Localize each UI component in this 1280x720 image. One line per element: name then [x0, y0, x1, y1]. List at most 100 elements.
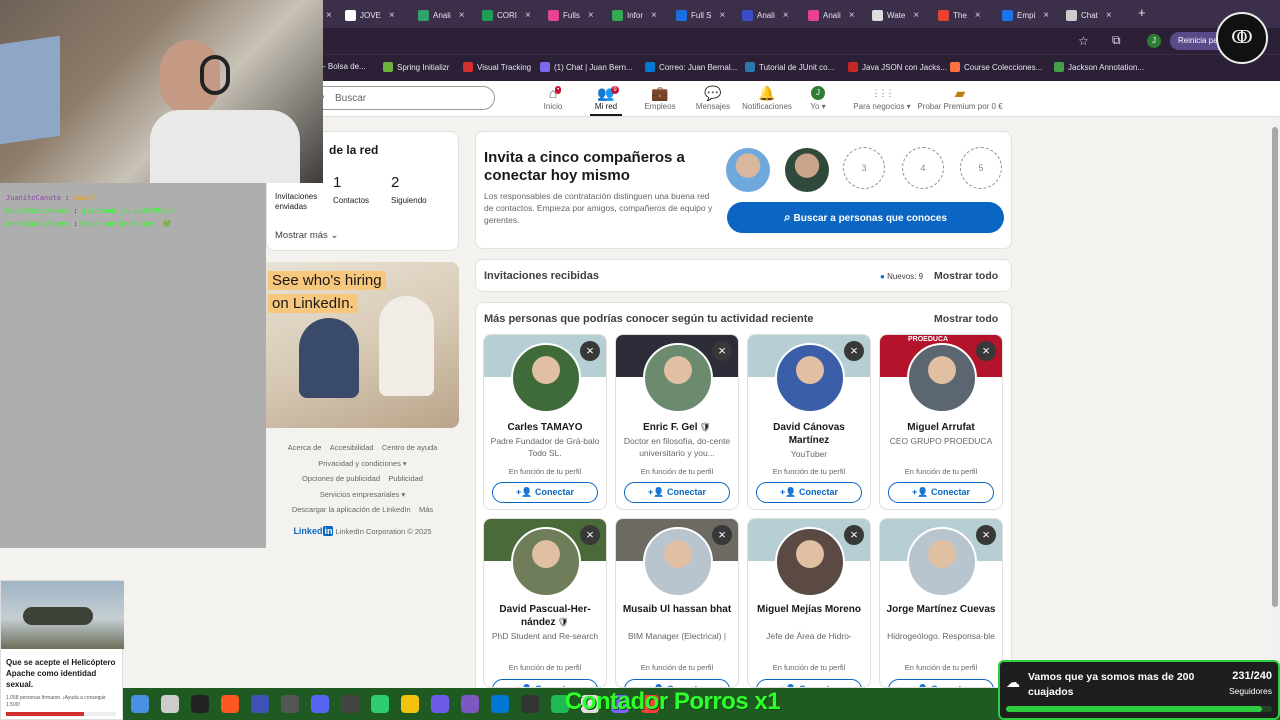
- person-name[interactable]: Miguel Mejías Moreno: [752, 603, 866, 616]
- taskbar-app-icon[interactable]: [371, 695, 389, 713]
- close-tab-icon[interactable]: ×: [975, 10, 981, 21]
- taskbar-app-icon[interactable]: [161, 695, 179, 713]
- close-tab-icon[interactable]: ×: [849, 10, 855, 21]
- nav-item-premium[interactable]: ▰ Probar Premium por 0 €: [915, 84, 1005, 116]
- nav-item-network[interactable]: 👥 9 Mi red: [590, 84, 622, 116]
- invite-slot-4[interactable]: 4: [902, 147, 944, 189]
- taskbar-app-icon[interactable]: [491, 695, 509, 713]
- browser-tab[interactable]: JOVE ×: [345, 4, 405, 26]
- bookmark-item[interactable]: Visual Tracking: [463, 62, 531, 72]
- invite-slot-5[interactable]: 5: [960, 147, 1002, 189]
- taskbar-app-icon[interactable]: [251, 695, 269, 713]
- person-card[interactable]: × Miguel Mejías Moreno Jefe de Área de Hid…: [747, 518, 871, 688]
- taskbar-app-icon[interactable]: [191, 695, 209, 713]
- connect-button[interactable]: +👤 Conectar: [888, 679, 994, 687]
- close-tab-icon[interactable]: ×: [913, 10, 919, 21]
- taskbar-app-icon[interactable]: [431, 695, 449, 713]
- taskbar-app-icon[interactable]: [521, 695, 539, 713]
- news-card[interactable]: Que se acepte el Helicóptero Apache como…: [0, 580, 124, 720]
- new-tab-button[interactable]: +: [1138, 5, 1146, 20]
- close-tab-icon[interactable]: ×: [389, 10, 395, 21]
- dismiss-icon[interactable]: ×: [712, 341, 732, 361]
- person-card[interactable]: × David Pascual-Her-nández 🛡 PhD Student an…: [483, 518, 607, 688]
- taskbar-app-icon[interactable]: [341, 695, 359, 713]
- close-tab-icon[interactable]: ×: [525, 10, 531, 21]
- bookmark-item[interactable]: Tutorial de JUnit co...: [745, 62, 834, 72]
- browser-tab[interactable]: Infor ×: [612, 4, 672, 26]
- dismiss-icon[interactable]: ×: [976, 525, 996, 545]
- nav-item-messages[interactable]: 💬 Mensajes: [693, 84, 733, 116]
- connect-button[interactable]: +👤 Conectar: [888, 482, 994, 503]
- nav-item-grid[interactable]: ⋮⋮⋮ Para negocios ▾: [853, 84, 911, 116]
- suggestions-show-all[interactable]: Mostrar todo: [934, 313, 998, 325]
- search-input[interactable]: ⌕ Buscar: [310, 86, 495, 110]
- taskbar-app-icon[interactable]: [131, 695, 149, 713]
- footer-link[interactable]: Servicios empresariales ▾: [320, 490, 405, 499]
- close-tab-icon[interactable]: ×: [1043, 10, 1049, 21]
- footer-link[interactable]: Descargar la aplicación de LinkedIn: [292, 505, 411, 514]
- bookmark-star-icon[interactable]: ☆: [1078, 34, 1089, 48]
- footer-link[interactable]: Centro de ayuda: [382, 443, 437, 452]
- invitations-show-all[interactable]: Mostrar todo: [934, 270, 998, 282]
- nav-item-briefcase[interactable]: 💼 Empleos: [640, 84, 680, 116]
- close-tab-icon[interactable]: ×: [719, 10, 725, 21]
- browser-tab[interactable]: Anali ×: [742, 4, 802, 26]
- bookmark-item[interactable]: Course Colecciones...: [950, 62, 1042, 72]
- profile-avatar[interactable]: J: [1147, 34, 1161, 48]
- browser-tab[interactable]: Chat ×: [1066, 4, 1126, 26]
- taskbar-app-icon[interactable]: [221, 695, 239, 713]
- close-tab-icon[interactable]: ×: [783, 10, 789, 21]
- browser-tab[interactable]: Wate ×: [872, 4, 932, 26]
- person-card[interactable]: × Carles TAMAYO Padre Fundador de Grá-balo…: [483, 334, 607, 510]
- person-card[interactable]: × Jorge Martínez Cuevas Hidrogeólogo. Resp…: [879, 518, 1003, 688]
- footer-link[interactable]: Publicidad: [388, 474, 423, 483]
- dismiss-icon[interactable]: ×: [844, 525, 864, 545]
- taskbar-app-icon[interactable]: [401, 695, 419, 713]
- nav-item-home[interactable]: ⌂ • Inicio: [538, 84, 568, 116]
- footer-link[interactable]: Opciones de publicidad: [302, 474, 380, 483]
- dismiss-icon[interactable]: ×: [844, 341, 864, 361]
- person-name[interactable]: Jorge Martínez Cuevas: [884, 603, 998, 616]
- stat-following[interactable]: 2 Siguiendo: [391, 174, 446, 205]
- close-tab-icon[interactable]: ×: [459, 10, 465, 21]
- browser-tab[interactable]: ×: [322, 4, 342, 26]
- scrollbar-thumb[interactable]: [1272, 127, 1278, 607]
- close-tab-icon[interactable]: ×: [1106, 10, 1112, 21]
- bookmark-item[interactable]: Jackson Annotation...: [1054, 62, 1144, 72]
- bookmark-item[interactable]: Correo: Juan Bernal...: [645, 62, 737, 72]
- taskbar-app-icon[interactable]: [311, 695, 329, 713]
- browser-tab[interactable]: The ×: [938, 4, 998, 26]
- browser-tab[interactable]: Anali ×: [418, 4, 478, 26]
- dismiss-icon[interactable]: ×: [712, 525, 732, 545]
- hiring-ad[interactable]: See who's hiring on LinkedIn.: [259, 262, 459, 428]
- close-tab-icon[interactable]: ×: [651, 10, 657, 21]
- taskbar-app-icon[interactable]: [281, 695, 299, 713]
- connect-button[interactable]: +👤 Conectar: [492, 482, 598, 503]
- browser-tab[interactable]: CORI ×: [482, 4, 542, 26]
- taskbar-app-icon[interactable]: [461, 695, 479, 713]
- browser-tab[interactable]: Full S ×: [676, 4, 736, 26]
- connect-button[interactable]: +👤 Conectar: [624, 482, 730, 503]
- bookmark-item[interactable]: - Bolsa de...: [323, 62, 366, 71]
- dismiss-icon[interactable]: ×: [976, 341, 996, 361]
- invite-slot-3[interactable]: 3: [843, 147, 885, 189]
- footer-link[interactable]: Privacidad y condiciones ▾: [318, 459, 406, 468]
- footer-link[interactable]: Accesibilidad: [330, 443, 374, 452]
- bookmark-item[interactable]: (1) Chat | Juan Bern...: [540, 62, 633, 72]
- page-scrollbar[interactable]: [1270, 117, 1280, 688]
- connect-button[interactable]: +👤 Conectar: [756, 482, 862, 503]
- person-name[interactable]: Enric F. Gel 🛡: [620, 421, 734, 434]
- find-people-button[interactable]: ⌕ Buscar a personas que conoces: [727, 202, 1004, 233]
- footer-link[interactable]: Más: [419, 505, 433, 514]
- connect-button[interactable]: +👤 Conectar: [756, 679, 862, 687]
- person-card[interactable]: PROEDUCA × Miguel Arrufat CEO GRUPO PROEDUC…: [879, 334, 1003, 510]
- person-name[interactable]: Miguel Arrufat: [884, 421, 998, 434]
- browser-tab[interactable]: Anali ×: [808, 4, 868, 26]
- show-more-button[interactable]: Mostrar más ⌄: [275, 230, 338, 241]
- person-name[interactable]: Musaib Ul hassan bhat: [620, 603, 734, 616]
- stat-contacts[interactable]: 1 Contactos: [333, 174, 383, 205]
- nav-item-avatar[interactable]: J Yo ▾: [805, 84, 831, 116]
- close-tab-icon[interactable]: ×: [588, 10, 594, 21]
- dismiss-icon[interactable]: ×: [580, 525, 600, 545]
- dismiss-icon[interactable]: ×: [580, 341, 600, 361]
